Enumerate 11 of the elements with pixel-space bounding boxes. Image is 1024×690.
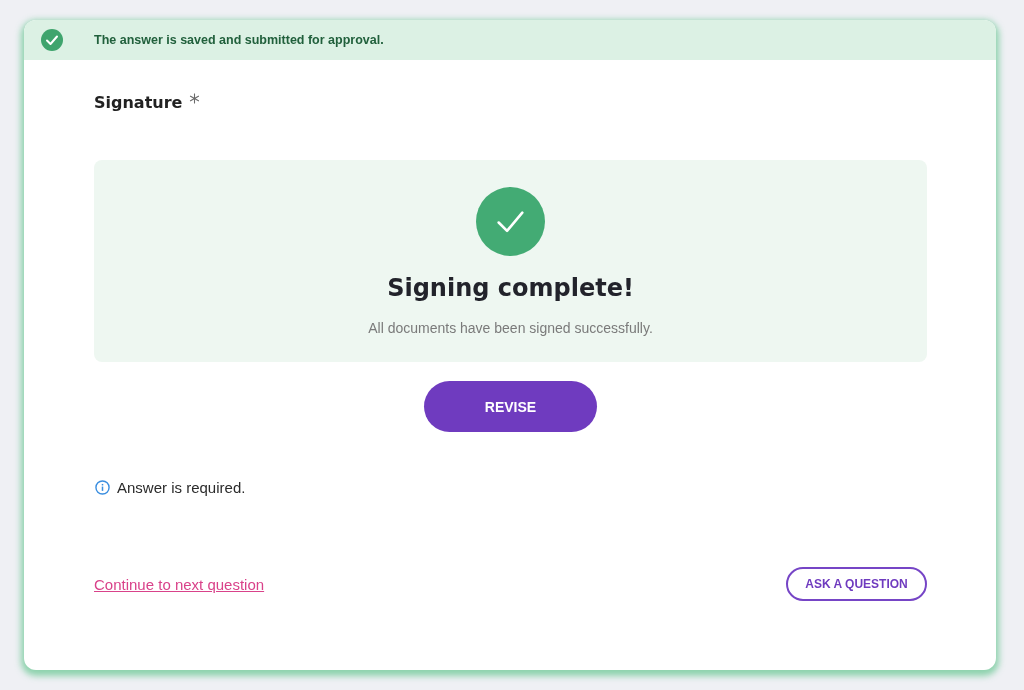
- validation-message: Answer is required.: [117, 478, 246, 496]
- continue-link[interactable]: Continue to next question: [94, 575, 265, 593]
- check-circle-icon: [476, 187, 545, 256]
- banner-message: The answer is saved and submitted for approval.: [94, 33, 384, 47]
- check-circle-icon: [41, 29, 63, 51]
- panel-message: All documents have been signed successfully.: [368, 319, 653, 338]
- revise-button[interactable]: REVISE: [424, 381, 597, 432]
- question-label: Signature: [94, 92, 183, 114]
- panel-title: Signing complete!: [387, 273, 634, 304]
- ask-question-button[interactable]: ASK A QUESTION: [786, 567, 927, 601]
- info-icon: [95, 479, 110, 495]
